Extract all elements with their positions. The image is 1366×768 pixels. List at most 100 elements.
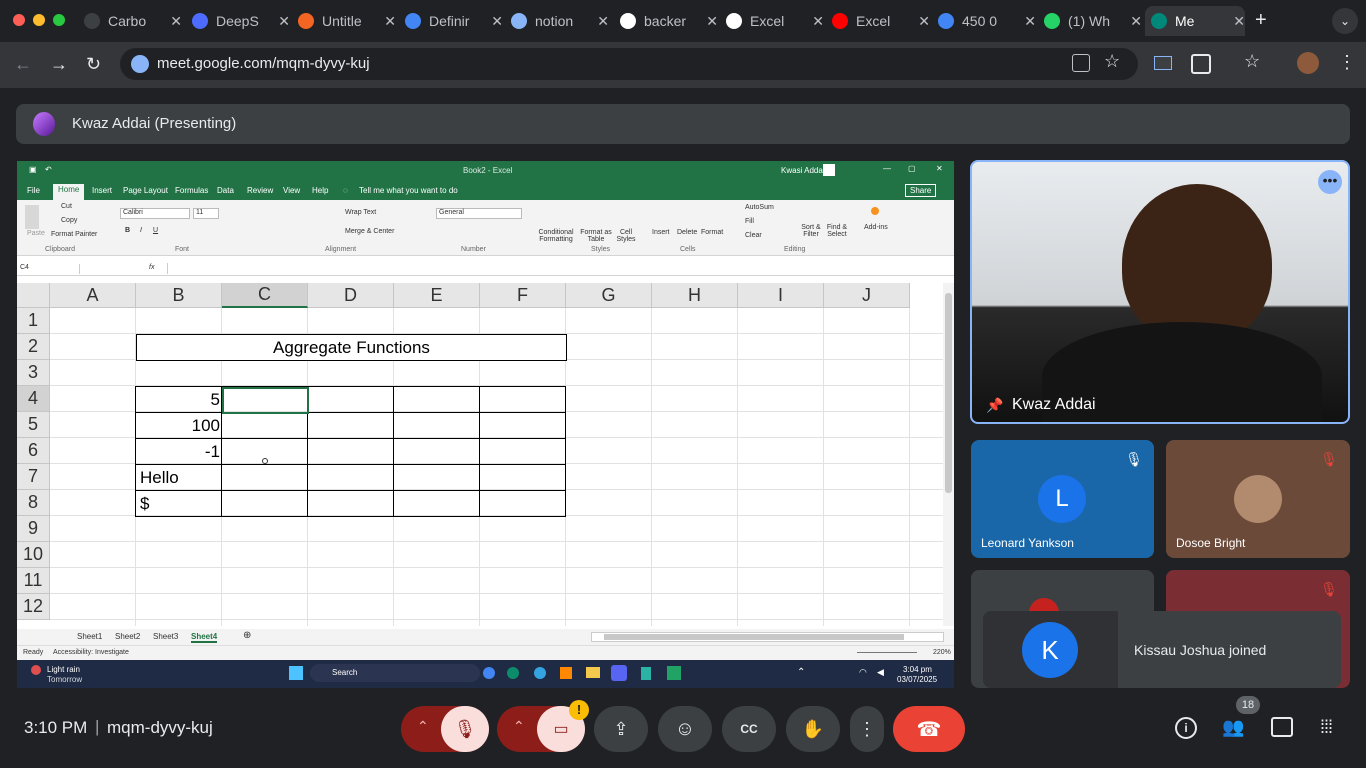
camera-options-chevron-icon[interactable]: ⌃ (513, 718, 525, 735)
sort-filter-button[interactable]: Sort & Filter (797, 224, 825, 238)
back-icon[interactable]: ← (14, 54, 32, 75)
font-name-field[interactable]: Calibri (120, 208, 190, 219)
row-header[interactable]: 2 (17, 334, 50, 360)
close-tab-icon[interactable]: ✕ (491, 13, 503, 30)
emoji-reactions-button[interactable]: ☺ (658, 706, 712, 752)
browser-tab[interactable]: Definir ✕ (405, 6, 503, 36)
share-button[interactable]: Share (905, 184, 937, 197)
tab-review[interactable]: Review (247, 186, 273, 195)
mic-muted-button[interactable]: 🎙 (441, 706, 489, 752)
bordered-cell[interactable] (479, 386, 566, 413)
addins-button[interactable]: Add-ins (864, 224, 888, 231)
restore-icon[interactable]: ▢ (908, 164, 916, 173)
bordered-cell[interactable] (393, 438, 480, 465)
row-header[interactable]: 1 (17, 308, 50, 334)
accessibility-status[interactable]: Accessibility: Investigate (53, 649, 129, 656)
bordered-cell[interactable] (479, 464, 566, 491)
font-size-field[interactable]: 11 (193, 208, 219, 219)
active-cell-c4[interactable] (222, 387, 309, 414)
tab-formulas[interactable]: Formulas (175, 186, 208, 195)
python-taskbar-icon[interactable] (534, 667, 546, 679)
bordered-cell[interactable] (221, 490, 308, 517)
cut-button[interactable]: Cut (61, 203, 72, 210)
meeting-details-icon[interactable]: i (1175, 717, 1197, 739)
number-format-field[interactable]: General (436, 208, 522, 219)
more-options-button[interactable]: ⋮ (850, 706, 884, 752)
bordered-cell[interactable] (307, 464, 394, 491)
bordered-cell[interactable] (393, 490, 480, 517)
chrome-taskbar-icon[interactable] (483, 667, 495, 679)
bordered-cell[interactable] (221, 412, 308, 439)
bordered-cell[interactable] (307, 438, 394, 465)
vertical-scrollbar[interactable] (943, 283, 954, 626)
browser-tab[interactable]: (1) Wh ✕ (1044, 6, 1142, 36)
mic-site-icon[interactable] (131, 55, 149, 73)
column-header[interactable]: A (50, 283, 136, 308)
bordered-cell[interactable] (479, 490, 566, 517)
new-tab-button[interactable]: + (1255, 9, 1267, 32)
format-as-table-button[interactable]: Format as Table (579, 229, 613, 243)
windows-start-icon[interactable] (289, 666, 303, 680)
forward-icon[interactable]: → (50, 54, 68, 75)
delete-cells-button[interactable]: Delete (677, 229, 697, 236)
bordered-cell[interactable] (393, 412, 480, 439)
close-tab-icon[interactable]: ✕ (1024, 13, 1036, 30)
bordered-cell[interactable] (221, 464, 308, 491)
column-header[interactable]: G (566, 283, 652, 308)
maximize-window-button[interactable] (53, 14, 65, 26)
conditional-formatting-button[interactable]: Conditional Formatting (534, 229, 578, 243)
bordered-cell[interactable] (479, 412, 566, 439)
browser-tab[interactable]: 450 0 ✕ (938, 6, 1036, 36)
column-header[interactable]: E (394, 283, 480, 308)
volume-icon[interactable]: ◀ (877, 667, 884, 678)
column-header[interactable]: B (136, 283, 222, 308)
present-screen-button[interactable]: ⇪ (594, 706, 648, 752)
wrap-text-button[interactable]: Wrap Text (345, 209, 376, 216)
fx-icon[interactable]: fx (149, 264, 154, 271)
column-header[interactable]: H (652, 283, 738, 308)
vlc-taskbar-icon[interactable] (560, 667, 572, 679)
fill-button[interactable]: Fill (745, 218, 754, 225)
browser-tab[interactable]: Excel ✕ (726, 6, 824, 36)
tell-me-field[interactable]: Tell me what you want to do (359, 186, 458, 195)
sheet-tab-3[interactable]: Sheet3 (153, 632, 178, 641)
close-tab-icon[interactable]: ✕ (706, 13, 718, 30)
bookmarks-icon[interactable]: ☆ (1244, 51, 1260, 72)
paste-label[interactable]: Paste (27, 230, 45, 237)
profile-avatar[interactable] (1297, 52, 1319, 74)
column-header[interactable]: F (480, 283, 566, 308)
bordered-cell[interactable] (307, 412, 394, 439)
zoom-slider[interactable] (857, 652, 917, 653)
zoom-level[interactable]: 220% (933, 649, 951, 656)
close-tab-icon[interactable]: ✕ (1233, 13, 1245, 30)
more-options-icon[interactable]: ••• (1318, 170, 1342, 194)
bordered-cell[interactable] (393, 464, 480, 491)
taskbar-clock-date[interactable]: 03/07/2025 (897, 675, 937, 684)
minimize-icon[interactable]: — (883, 164, 891, 173)
browser-tab[interactable]: DeepS ✕ (192, 6, 290, 36)
browser-tab[interactable]: backer ✕ (620, 6, 718, 36)
row-header[interactable]: 7 (17, 464, 50, 490)
browser-tab[interactable]: Carbo ✕ (84, 6, 182, 36)
raise-hand-button[interactable]: ✋ (786, 706, 840, 752)
add-sheet-button[interactable]: ⊕ (243, 630, 251, 641)
row-header[interactable]: 12 (17, 594, 50, 620)
bordered-cell[interactable] (479, 438, 566, 465)
activities-grid-icon[interactable]: ⁞⁞⁞ (1320, 717, 1333, 738)
bordered-cell[interactable] (393, 386, 480, 413)
row-header[interactable]: 6 (17, 438, 50, 464)
formula-input[interactable] (167, 263, 947, 274)
copy-button[interactable]: Copy (61, 217, 77, 224)
row-header[interactable]: 5 (17, 412, 50, 438)
row-header[interactable]: 8 (17, 490, 50, 516)
tray-chevron-icon[interactable]: ⌃ (797, 667, 805, 678)
wifi-icon[interactable]: ◠ (859, 667, 867, 678)
find-select-button[interactable]: Find & Select (823, 224, 851, 238)
bold-button[interactable]: B (125, 227, 130, 234)
undo-icon[interactable]: ↶ (45, 165, 52, 174)
tab-insert[interactable]: Insert (92, 186, 112, 195)
puzzle-icon[interactable] (1191, 54, 1211, 74)
close-tab-icon[interactable]: ✕ (1130, 13, 1142, 30)
clear-button[interactable]: Clear (745, 232, 762, 239)
sheet-tab-1[interactable]: Sheet1 (77, 632, 102, 641)
